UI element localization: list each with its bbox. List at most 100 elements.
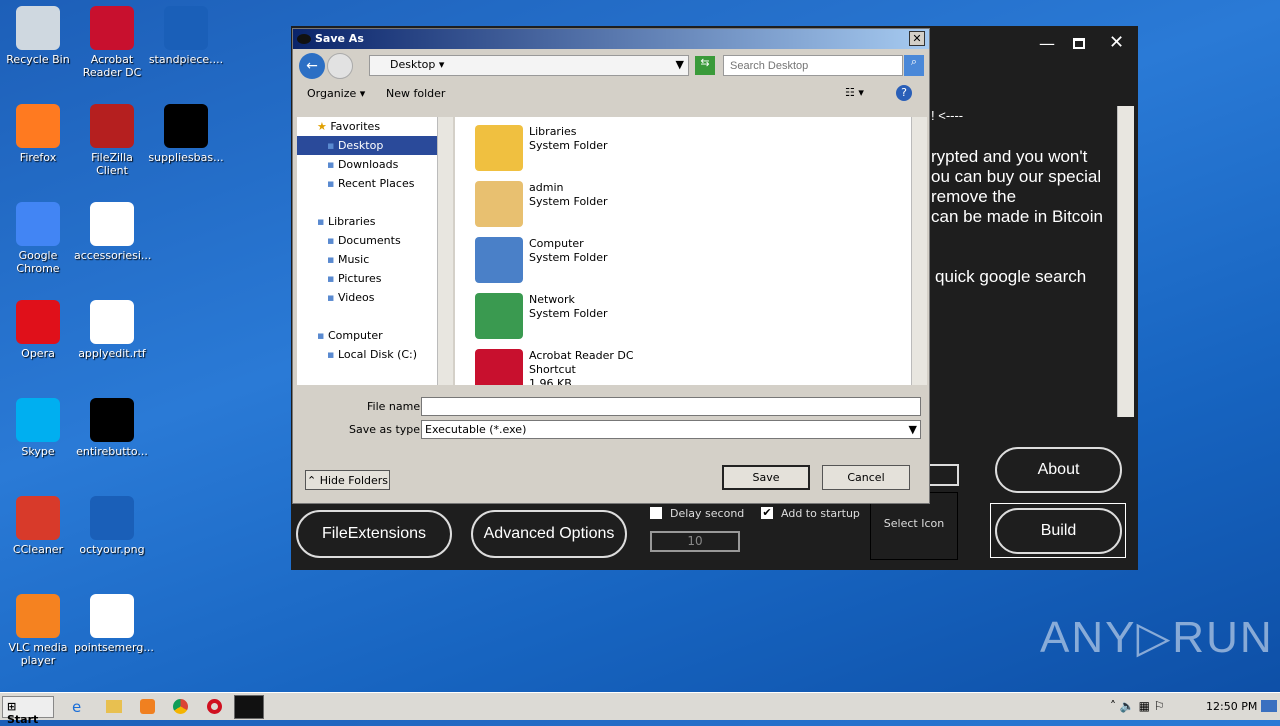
tree-item[interactable]: ▪ Music	[297, 250, 453, 269]
help-icon[interactable]: ?	[896, 85, 912, 101]
media-player-icon[interactable]	[140, 699, 155, 714]
desktop-icon-label: entirebutto...	[76, 445, 148, 458]
desktop-icon-label: Acrobat Reader DC	[82, 53, 142, 79]
build-button[interactable]: Build	[995, 508, 1122, 554]
desktop-icon[interactable]: accessoriesi...	[74, 202, 151, 262]
close-icon[interactable]: ✕	[909, 31, 925, 46]
chrome-icon[interactable]	[173, 699, 188, 714]
desktop-icon[interactable]: pointsemerg...	[74, 594, 154, 654]
save-type-label: Save as type:	[349, 423, 424, 436]
file-icon	[90, 202, 134, 246]
file-type: System Folder	[529, 307, 608, 320]
file-icon	[90, 594, 134, 638]
folder-icon: ▪	[327, 291, 338, 304]
file-type: System Folder	[529, 251, 608, 264]
file-name: Libraries	[529, 125, 577, 138]
save-as-dialog: Save As ✕ ← Desktop ▾▼ ⇆ ⌕ Organize ▾ Ne…	[292, 28, 930, 504]
tree-item[interactable]: ▪ Pictures	[297, 269, 453, 288]
desktop-icon[interactable]: Acrobat Reader DC	[74, 6, 150, 79]
file-extensions-button[interactable]: FileExtensions	[296, 510, 452, 558]
file-scrollbar[interactable]	[911, 117, 927, 385]
forward-icon[interactable]	[327, 53, 353, 79]
file-icon	[16, 300, 60, 344]
advanced-options-button[interactable]: Advanced Options	[471, 510, 627, 558]
tree-item[interactable]: ▪ Documents	[297, 231, 453, 250]
opera-icon[interactable]	[207, 699, 222, 714]
text-scrollbar[interactable]	[1117, 106, 1134, 417]
file-icon	[16, 202, 60, 246]
tree-item-label: Documents	[337, 234, 401, 247]
desktop-icon[interactable]: suppliesbas...	[148, 104, 224, 164]
file-item[interactable]: admin System Folder	[475, 181, 608, 237]
tree-item[interactable]: ▪ Libraries	[297, 212, 453, 231]
dialog-app-icon	[297, 34, 311, 44]
delay-input[interactable]: 10	[650, 531, 740, 552]
cancel-button[interactable]: Cancel	[822, 465, 910, 490]
tree-item[interactable]: ▪ Downloads	[297, 155, 453, 174]
about-button[interactable]: About	[995, 447, 1122, 493]
tree-item[interactable]: ★ Favorites	[297, 117, 453, 136]
file-size: 1.96 KB	[529, 377, 572, 385]
desktop-icon[interactable]: applyedit.rtf	[74, 300, 150, 360]
show-desktop-icon[interactable]	[1261, 700, 1277, 712]
organize-button[interactable]: Organize ▾	[307, 87, 365, 100]
tree-item[interactable]: ▪ Computer	[297, 326, 453, 345]
clock: 12:50 PM	[1206, 700, 1258, 713]
folder-icon: ★	[317, 120, 331, 133]
file-icon	[164, 104, 208, 148]
minimize-icon[interactable]: —	[1039, 34, 1055, 53]
tree-item[interactable]: ▪ Desktop	[297, 136, 453, 155]
search-icon[interactable]: ⌕	[904, 55, 924, 76]
folder-icon: ▪	[327, 272, 338, 285]
start-button[interactable]: ⊞ Start	[2, 696, 54, 726]
desktop-icon[interactable]: FileZilla Client	[74, 104, 150, 177]
desktop-icon[interactable]: standpiece....	[148, 6, 224, 66]
desktop-icon[interactable]: entirebutto...	[74, 398, 150, 458]
new-folder-button[interactable]: New folder	[386, 87, 445, 100]
dialog-title: Save As	[315, 32, 364, 45]
startup-checkbox[interactable]: ✔	[761, 507, 773, 519]
folder-icon: ▪	[327, 348, 338, 361]
file-item[interactable]: Network System Folder	[475, 293, 608, 349]
tree-item[interactable]: ▪ Local Disk (C:)	[297, 345, 453, 364]
file-name-input[interactable]	[421, 397, 921, 416]
desktop-icon-label: Skype	[21, 445, 55, 458]
back-icon[interactable]: ←	[299, 53, 325, 79]
maximize-icon[interactable]	[1073, 38, 1085, 49]
refresh-icon[interactable]: ⇆	[695, 56, 715, 75]
desktop-icon[interactable]: Firefox	[0, 104, 76, 164]
explorer-icon[interactable]	[106, 700, 122, 713]
desktop-icon[interactable]: VLC media player	[0, 594, 76, 667]
ransom-text: ou can buy our special	[931, 167, 1102, 186]
desktop-icon[interactable]: octyour.png	[74, 496, 150, 556]
hide-folders-button[interactable]: ⌃ Hide Folders	[305, 470, 390, 490]
delay-checkbox[interactable]	[650, 507, 662, 519]
ransom-text: quick google search	[935, 267, 1087, 286]
ie-icon[interactable]: e	[72, 698, 81, 716]
file-name: Acrobat Reader DC	[529, 349, 634, 362]
builder-task-icon[interactable]	[234, 695, 264, 719]
desktop-icon[interactable]: Google Chrome	[0, 202, 76, 275]
save-type-select[interactable]: Executable (*.exe) ▼	[421, 420, 921, 439]
file-item[interactable]: Libraries System Folder	[475, 125, 608, 181]
file-icon	[475, 237, 523, 283]
desktop-icon-label: FileZilla Client	[91, 151, 133, 177]
tray-icons[interactable]: ˄ 🔈 ▦ ⚐	[1110, 699, 1164, 713]
folder-icon: ▪	[317, 215, 328, 228]
save-button[interactable]: Save	[722, 465, 810, 490]
close-icon[interactable]: ✕	[1109, 32, 1124, 53]
file-item[interactable]: Computer System Folder	[475, 237, 608, 293]
address-bar[interactable]: Desktop ▾ ▼	[369, 55, 689, 76]
file-item[interactable]: Acrobat Reader DC Shortcut 1.96 KB	[475, 349, 634, 385]
desktop-icon[interactable]: Skype	[0, 398, 76, 458]
tree-item[interactable]: ▪ Recent Places	[297, 174, 453, 193]
tree-item[interactable]: ▪ Videos	[297, 288, 453, 307]
view-icon[interactable]: ☷ ▾	[845, 86, 864, 99]
desktop-icon[interactable]: Recycle Bin	[0, 6, 76, 66]
tree-scrollbar[interactable]	[437, 117, 453, 385]
search-input[interactable]	[723, 55, 903, 76]
file-icon	[16, 398, 60, 442]
desktop-icon[interactable]: Opera	[0, 300, 76, 360]
desktop-icon[interactable]: CCleaner	[0, 496, 76, 556]
tree-item-label: Pictures	[337, 272, 382, 285]
